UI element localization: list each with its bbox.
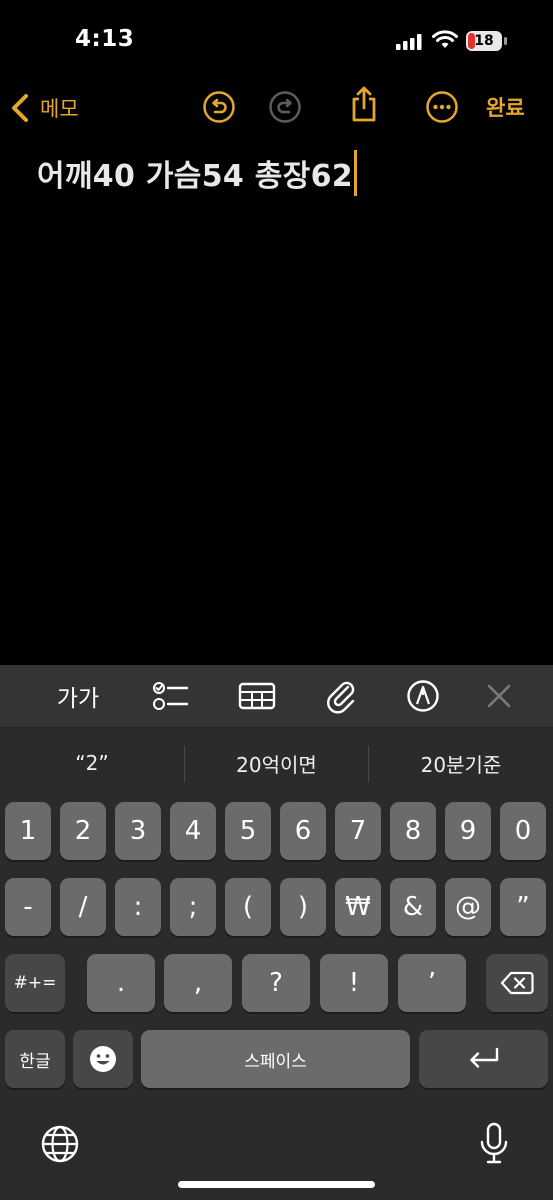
- close-icon: [487, 684, 511, 708]
- key-quote[interactable]: ”: [500, 878, 546, 936]
- key-comma[interactable]: ,: [164, 954, 232, 1012]
- status-time: 4:13: [75, 26, 135, 52]
- share-button[interactable]: [346, 86, 382, 122]
- redo-icon: [269, 91, 301, 123]
- table-button[interactable]: [234, 665, 280, 727]
- key-won[interactable]: ₩: [335, 878, 381, 936]
- key-7[interactable]: 7: [335, 802, 381, 860]
- key-exclamation[interactable]: !: [320, 954, 388, 1012]
- share-icon: [352, 86, 376, 122]
- key-2[interactable]: 2: [60, 802, 106, 860]
- note-body[interactable]: 어깨40 가슴54 총장62: [37, 150, 357, 196]
- globe-button[interactable]: [38, 1122, 82, 1166]
- key-space[interactable]: 스페이스: [141, 1030, 410, 1088]
- checklist-icon: [153, 682, 189, 710]
- cellular-signal-icon: [396, 34, 422, 50]
- key-delete[interactable]: [486, 954, 548, 1012]
- note-text: 어깨40 가슴54 총장62: [37, 159, 353, 194]
- close-keyboard-button[interactable]: [478, 665, 520, 727]
- redo-button[interactable]: [267, 89, 303, 125]
- key-hyphen[interactable]: -: [5, 878, 51, 936]
- key-colon[interactable]: :: [115, 878, 161, 936]
- wifi-icon: [432, 30, 458, 48]
- checklist-button[interactable]: [148, 665, 194, 727]
- battery-indicator: 18: [466, 31, 508, 51]
- markup-button[interactable]: [400, 665, 446, 727]
- microphone-icon: [480, 1122, 508, 1164]
- key-slash[interactable]: /: [60, 878, 106, 936]
- key-ampersand[interactable]: &: [390, 878, 436, 936]
- paperclip-icon: [327, 681, 355, 714]
- dictation-button[interactable]: [472, 1120, 516, 1168]
- key-5[interactable]: 5: [225, 802, 271, 860]
- more-button[interactable]: [424, 89, 460, 125]
- key-1[interactable]: 1: [5, 802, 51, 860]
- key-language-korean[interactable]: 한글: [5, 1030, 65, 1088]
- suggestion-3[interactable]: 20분기준: [369, 740, 553, 786]
- back-button[interactable]: 메모: [8, 90, 79, 126]
- home-indicator[interactable]: [178, 1181, 375, 1188]
- key-6[interactable]: 6: [280, 802, 326, 860]
- key-apostrophe[interactable]: ’: [398, 954, 466, 1012]
- key-emoji[interactable]: [73, 1030, 133, 1088]
- key-return[interactable]: [419, 1030, 548, 1088]
- key-semicolon[interactable]: ;: [170, 878, 216, 936]
- suggestion-2[interactable]: 20억이면: [185, 740, 368, 786]
- backspace-icon: [500, 971, 534, 995]
- key-more-symbols[interactable]: #+=: [5, 954, 65, 1012]
- key-9[interactable]: 9: [445, 802, 491, 860]
- key-3[interactable]: 3: [115, 802, 161, 860]
- attachment-button[interactable]: [318, 665, 364, 727]
- return-icon: [469, 1047, 498, 1068]
- back-label: 메모: [40, 97, 79, 121]
- key-question[interactable]: ?: [242, 954, 310, 1012]
- suggestion-1[interactable]: “2”: [0, 740, 184, 786]
- markup-pen-icon: [407, 680, 439, 712]
- key-at[interactable]: @: [445, 878, 491, 936]
- key-8[interactable]: 8: [390, 802, 436, 860]
- key-close-paren[interactable]: ): [280, 878, 326, 936]
- format-label: 가가: [56, 686, 100, 712]
- globe-icon: [41, 1125, 79, 1163]
- undo-icon: [203, 91, 235, 123]
- key-0[interactable]: 0: [500, 802, 546, 860]
- chevron-left-icon: [12, 94, 28, 122]
- emoji-icon: [90, 1046, 116, 1072]
- ellipsis-circle-icon: [426, 91, 458, 123]
- format-button[interactable]: 가가: [48, 665, 108, 727]
- key-4[interactable]: 4: [170, 802, 216, 860]
- text-cursor: [353, 150, 357, 196]
- battery-level-label: 18: [474, 33, 494, 49]
- done-button[interactable]: 완료: [486, 92, 525, 122]
- table-icon: [238, 682, 276, 710]
- key-open-paren[interactable]: (: [225, 878, 271, 936]
- undo-button[interactable]: [201, 89, 237, 125]
- key-period[interactable]: .: [87, 954, 155, 1012]
